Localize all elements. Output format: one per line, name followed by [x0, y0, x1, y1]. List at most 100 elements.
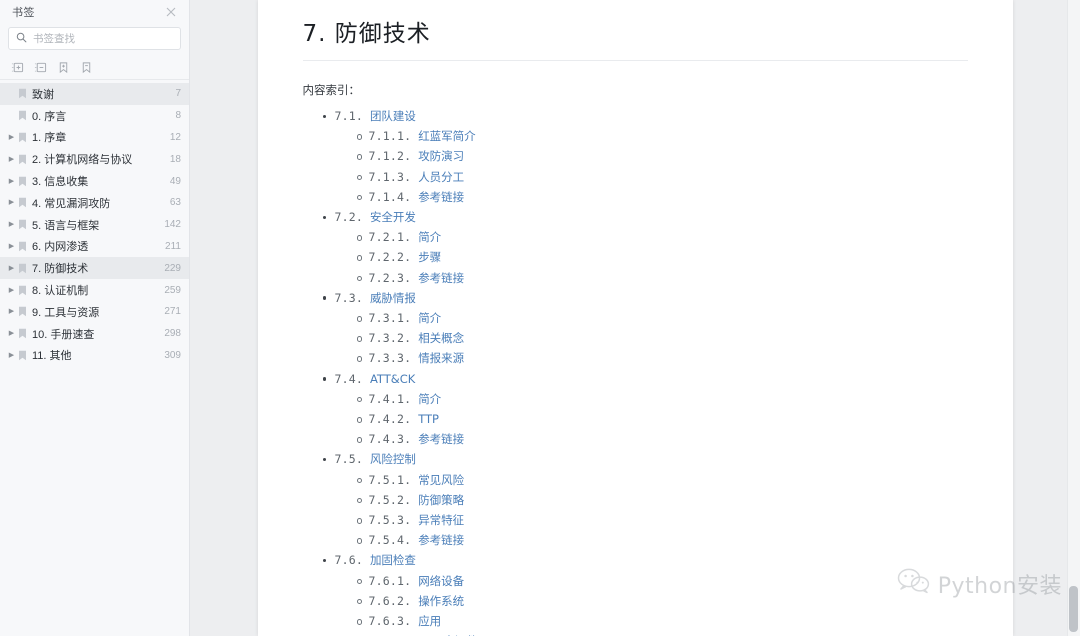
toc-link[interactable]: 相关概念: [418, 331, 464, 345]
chevron-right-icon[interactable]: ▶: [6, 308, 17, 315]
toc-link[interactable]: ATT&CK: [370, 372, 415, 386]
toc-number: 7.1.3.: [368, 169, 412, 184]
toc-link[interactable]: 攻防演习: [418, 149, 464, 163]
toc-link[interactable]: 参考链接: [418, 271, 464, 285]
bookmark-row[interactable]: ▶ 6. 内网渗透 211: [0, 236, 189, 258]
toc-item-level2: 7.4.1. 简介: [356, 389, 968, 409]
toc-link[interactable]: 网络设备: [418, 574, 464, 588]
toc-number: 7.2.2.: [368, 250, 412, 265]
toc-link[interactable]: 异常特征: [418, 513, 464, 527]
bookmark-label: 11. 其他: [32, 350, 72, 363]
toc-number: 7.3.2.: [368, 331, 412, 346]
toc-item-level2: 7.5.4. 参考链接: [356, 530, 968, 550]
toc-link[interactable]: 人员分工: [418, 170, 464, 184]
toc-number: 7.6.1.: [368, 573, 412, 588]
chevron-right-icon[interactable]: ▶: [6, 243, 17, 250]
toc-link[interactable]: 情报来源: [418, 351, 464, 365]
chevron-right-icon[interactable]: ▶: [6, 352, 17, 359]
chevron-right-icon[interactable]: ▶: [6, 221, 17, 228]
toc-number: 7.5.2.: [368, 492, 412, 507]
bookmark-row[interactable]: ▶ 9. 工具与资源 271: [0, 301, 189, 323]
bookmark-label: 2. 计算机网络与协议: [32, 154, 133, 167]
toc-number: 7.3.: [334, 290, 363, 305]
close-icon[interactable]: [163, 4, 179, 20]
bookmark-row[interactable]: ▶ 4. 常见漏洞攻防 63: [0, 192, 189, 214]
toc-link[interactable]: 团队建设: [370, 109, 416, 123]
toc-item-level2: 7.6.4. Web中间件: [369, 631, 968, 636]
toc-link[interactable]: 参考链接: [418, 432, 464, 446]
toc-number: 7.6.: [334, 553, 363, 568]
bookmark-page-number: 259: [164, 284, 181, 296]
scrollbar-thumb[interactable]: [1069, 586, 1078, 632]
bookmark-row[interactable]: ▶ 1. 序章 12: [0, 127, 189, 149]
chevron-right-icon[interactable]: ▶: [6, 199, 17, 206]
toc-link[interactable]: 简介: [418, 311, 441, 325]
toc-number: 7.5.3.: [368, 513, 412, 528]
bookmark-row[interactable]: ▶ 11. 其他 309: [0, 345, 189, 367]
chevron-right-icon[interactable]: ▶: [6, 134, 17, 141]
toc-item-level2: 7.6.2. 操作系统: [356, 591, 968, 611]
bookmark-icon: [17, 219, 28, 231]
bookmark-row[interactable]: ▶ 8. 认证机制 259: [0, 279, 189, 301]
add-bookmark-icon[interactable]: [56, 60, 71, 75]
bookmark-label: 0. 序言: [32, 110, 67, 123]
toc-link[interactable]: 红蓝军简介: [418, 129, 476, 143]
toc-number: 7.1.: [334, 109, 363, 123]
bookmark-icon: [17, 197, 28, 209]
expand-all-icon[interactable]: [10, 60, 25, 75]
toc-item-level1: 7.2. 安全开发: [322, 207, 968, 227]
toc-link[interactable]: 风险控制: [370, 452, 416, 466]
toc-link[interactable]: 常见风险: [418, 473, 464, 487]
toc-link[interactable]: 操作系统: [418, 594, 464, 608]
bookmark-page-number: 211: [165, 240, 181, 252]
search-input[interactable]: 书签查找: [8, 27, 181, 50]
vertical-scrollbar[interactable]: [1067, 0, 1080, 636]
chevron-right-icon[interactable]: ▶: [6, 265, 17, 272]
toc-link[interactable]: 参考链接: [418, 190, 464, 204]
toc-link[interactable]: TTP: [418, 412, 439, 426]
bookmark-list[interactable]: ▶ 致谢 7 ▶ 0. 序言 8 ▶ 1. 序章 12 ▶ 2. 计算机网络与协议 18 ▶ 3. 信息收…: [0, 80, 189, 636]
toc-item-level2: 7.1.3. 人员分工: [356, 167, 968, 187]
chevron-right-icon[interactable]: ▶: [6, 330, 17, 337]
bookmark-toolbar: [0, 56, 189, 80]
toc-number: 7.1.4.: [368, 189, 412, 204]
bookmark-page-number: 12: [169, 131, 181, 143]
toc-link[interactable]: 简介: [418, 230, 441, 244]
toc-link[interactable]: 简介: [418, 392, 441, 406]
toc-link[interactable]: 威胁情报: [370, 291, 416, 305]
bookmark-page-number: 7: [175, 88, 181, 100]
sidebar-title: 书签: [12, 7, 35, 19]
toc-link[interactable]: 安全开发: [370, 210, 416, 224]
collapse-all-icon[interactable]: [33, 60, 48, 75]
bookmark-row[interactable]: ▶ 5. 语言与框架 142: [0, 214, 189, 236]
bookmark-row[interactable]: ▶0. 序言8: [0, 105, 189, 127]
bookmark-marker-icon[interactable]: [79, 60, 94, 75]
toc-link[interactable]: 步骤: [418, 250, 441, 264]
pdf-reader-window: 书签 书签查找 致谢 7 0. 序言 8 ▶ 1. 序章 12 ▶ 2. 计算机…: [0, 0, 1080, 636]
toc-number: 7.3.1.: [368, 311, 412, 326]
toc-number: 7.5.1.: [368, 472, 412, 487]
search-container: 书签查找: [0, 24, 189, 56]
chevron-right-icon[interactable]: ▶: [6, 287, 17, 294]
bookmark-row[interactable]: ▶ 7. 防御技术 229: [0, 257, 189, 280]
toc-link[interactable]: 加固检查: [370, 553, 416, 567]
bookmark-row[interactable]: ▶致谢7: [0, 83, 189, 105]
bookmark-row[interactable]: ▶ 3. 信息收集 49: [0, 170, 189, 192]
table-of-contents: 7.1. 团队建设 7.1.1. 红蓝军简介 7.1.2. 攻防演习 7.1.3. 人…: [303, 106, 968, 636]
toc-item-level2: 7.5.1. 常见风险: [356, 470, 968, 490]
bookmark-row[interactable]: ▶ 10. 手册速查 298: [0, 323, 189, 345]
chevron-right-icon[interactable]: ▶: [6, 156, 17, 163]
toc-link[interactable]: 防御策略: [418, 493, 464, 507]
content-index-label: 内容索引：: [302, 83, 361, 97]
toc-number: 7.2.: [334, 210, 363, 225]
toc-link[interactable]: 应用: [418, 614, 441, 628]
toc-link[interactable]: 参考链接: [418, 533, 464, 547]
bookmark-page-number: 63: [169, 197, 181, 209]
chevron-right-icon[interactable]: ▶: [6, 178, 17, 185]
toc-item-level2: 7.2.1. 简介: [356, 227, 968, 247]
toc-number: 7.1.2.: [368, 149, 412, 164]
toc-item-level2: 7.5.3. 异常特征: [356, 510, 968, 530]
toc-number: 7.6.3.: [368, 614, 412, 629]
bookmark-row[interactable]: ▶ 2. 计算机网络与协议 18: [0, 148, 189, 170]
pdf-page: 7. 防御技术 内容索引： 7.1. 团队建设 7.1.1. 红蓝军简介 7.1.2…: [257, 0, 1013, 636]
